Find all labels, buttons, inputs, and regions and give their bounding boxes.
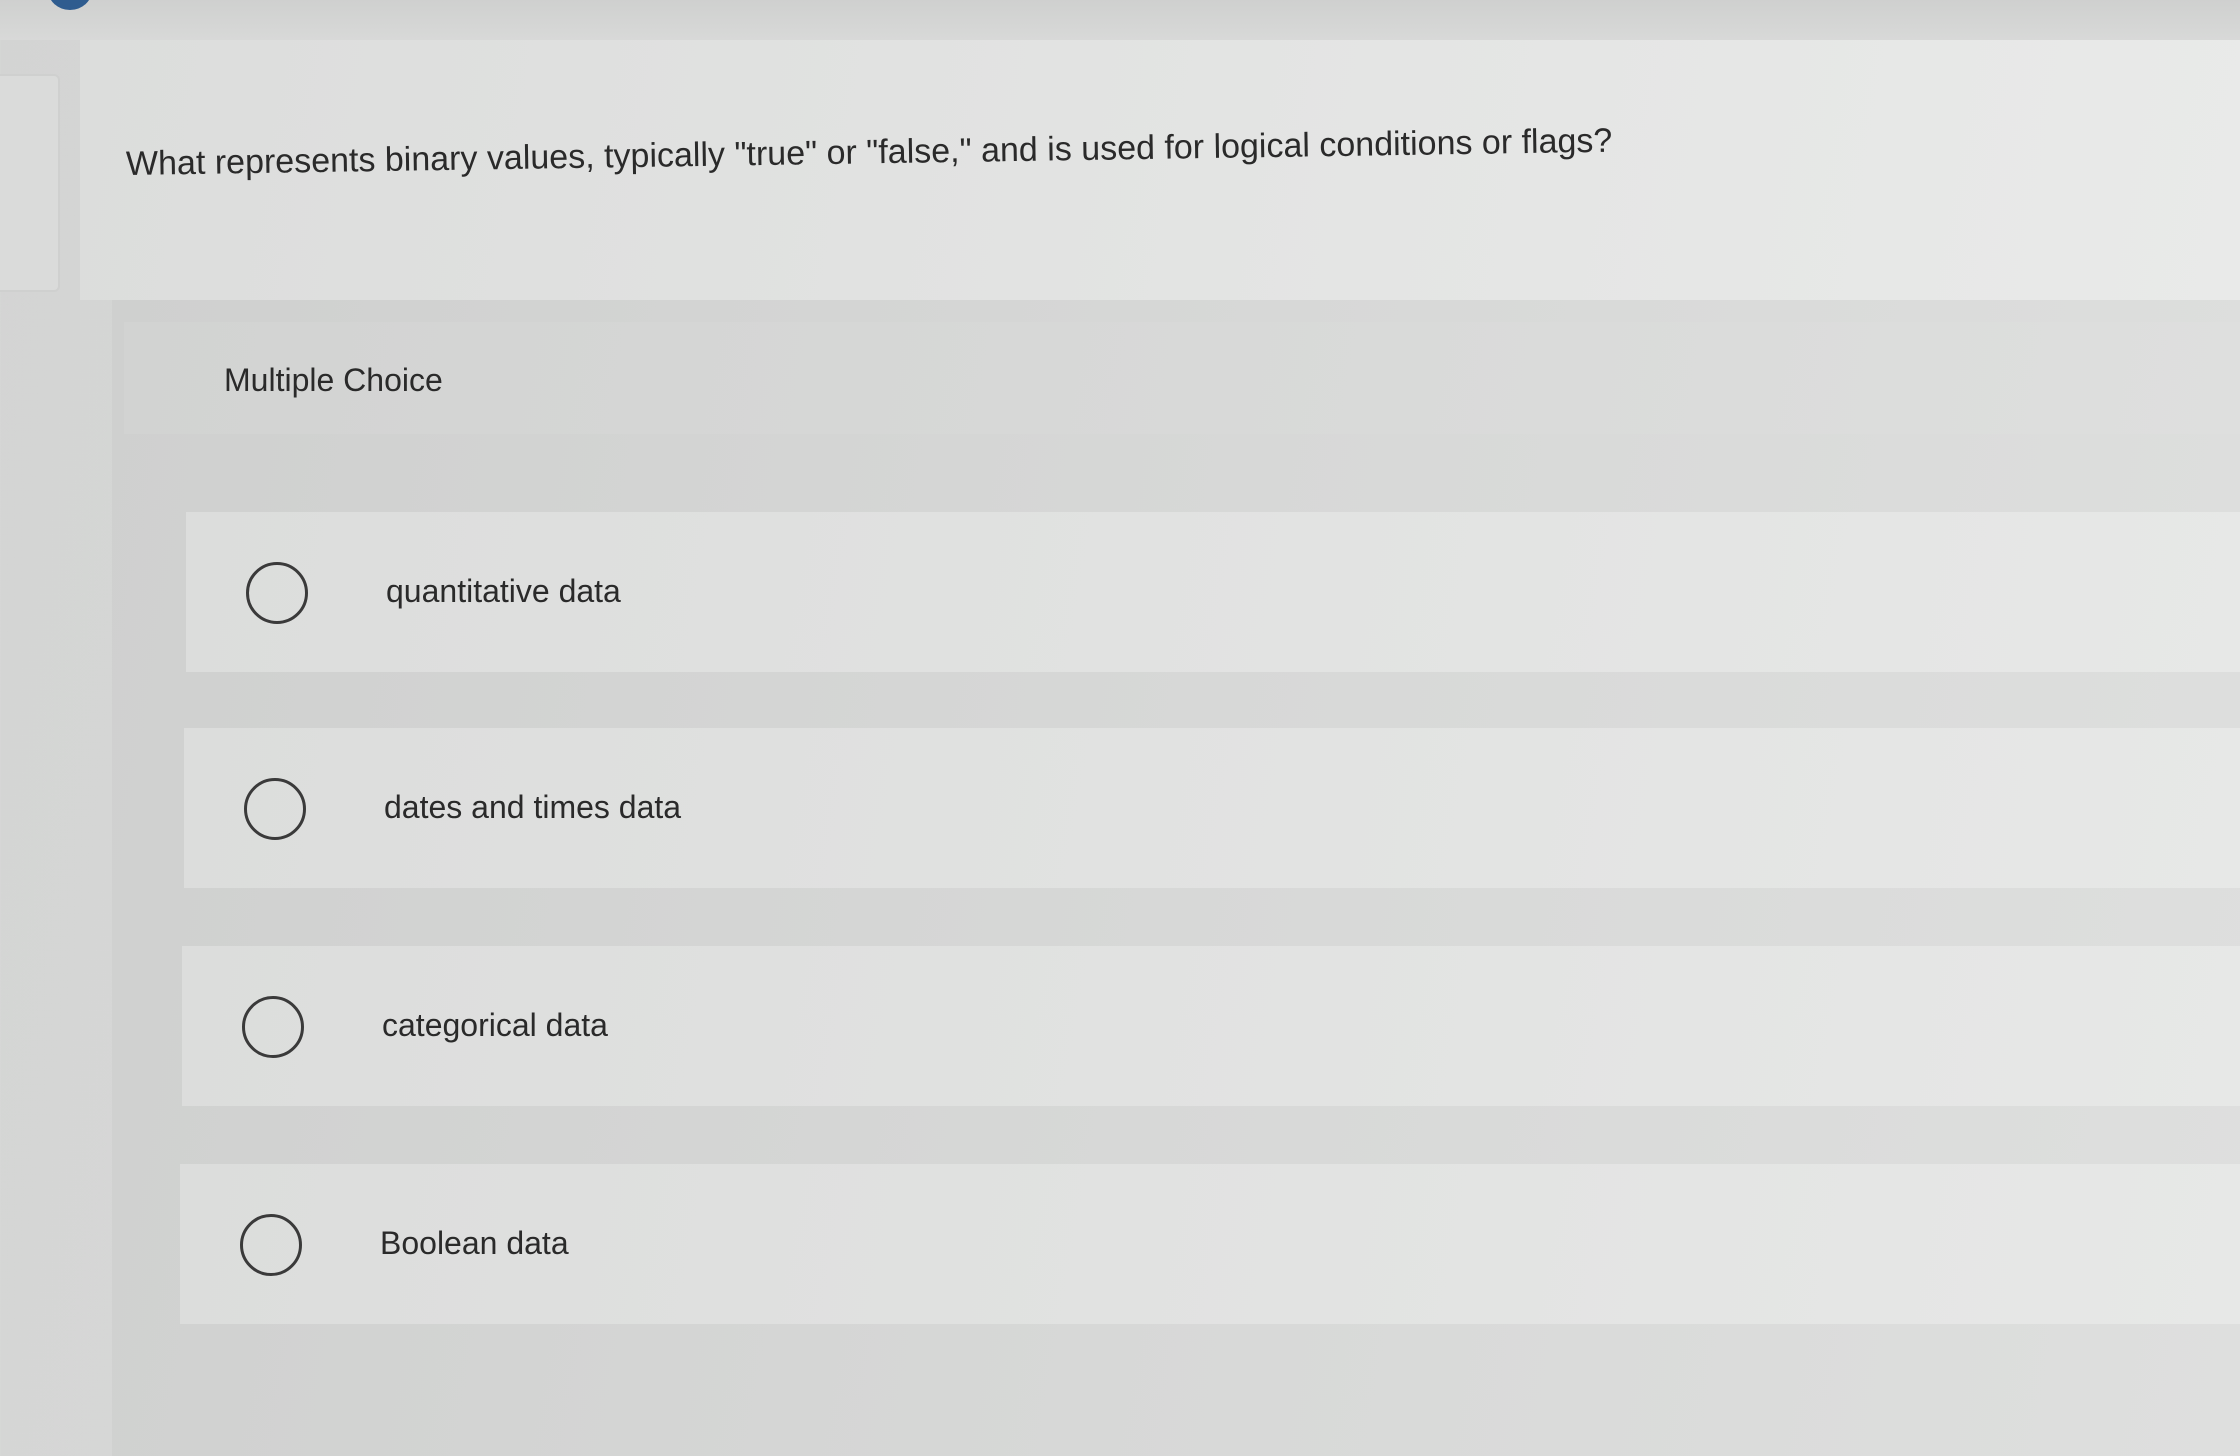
top-strip — [0, 0, 2240, 40]
option-label: quantitative data — [386, 573, 621, 609]
option-boolean-data[interactable]: Boolean data — [180, 1164, 2240, 1324]
multiple-choice-label: Multiple Choice — [224, 362, 443, 398]
option-label: dates and times data — [384, 789, 682, 825]
option-label: categorical data — [382, 1007, 608, 1043]
option-dates-and-times-data[interactable]: dates and times data — [184, 728, 2240, 888]
option-categorical-data[interactable]: categorical data — [182, 946, 2240, 1106]
option-quantitative-data[interactable]: quantitative data — [186, 512, 2240, 672]
radio-button-icon[interactable] — [246, 562, 308, 624]
side-tab — [0, 74, 60, 292]
radio-button-icon[interactable] — [244, 778, 306, 840]
option-label: Boolean data — [380, 1225, 569, 1261]
radio-button-icon[interactable] — [240, 1214, 302, 1276]
radio-button-icon[interactable] — [242, 996, 304, 1058]
